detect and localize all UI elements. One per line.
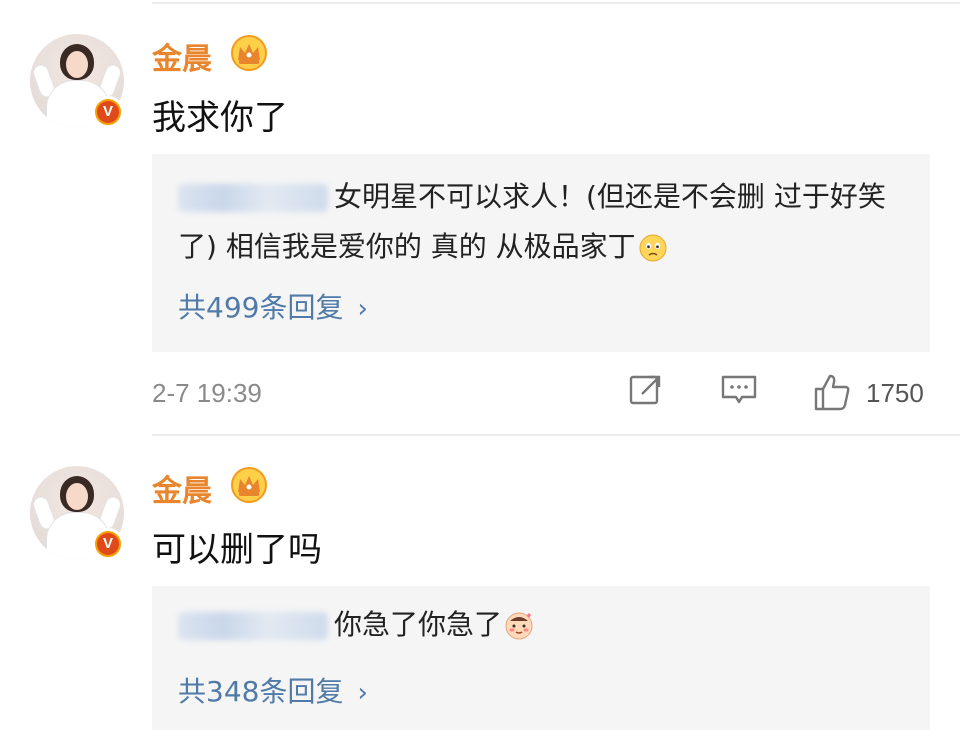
reply-preview: 女明星不可以求人！(但还是不会删 过于好笑了) 相信我是爱你的 真的 从极品家丁 [178, 180, 886, 263]
blushing-emoji-icon [505, 612, 533, 640]
thumbs-up-icon[interactable] [812, 372, 852, 412]
comment-text: 我求你了 [152, 98, 288, 138]
chevron-right-icon: › [357, 294, 368, 324]
comment-item: V 金晨 我求你了 女明星不可以求人！(但还是不会删 过于好笑了) 相信我是爱你… [0, 0, 960, 430]
crown-icon [231, 467, 267, 503]
username[interactable]: 金晨 [152, 466, 212, 510]
like-count: 1750 [866, 378, 924, 408]
view-replies-link[interactable]: 共348条回复 › [178, 670, 368, 710]
reply-preview-box[interactable]: 女明星不可以求人！(但还是不会删 过于好笑了) 相信我是爱你的 真的 从极品家丁… [152, 154, 930, 352]
reply-preview-box[interactable]: 你急了你急了 共348条回复 › [152, 586, 930, 730]
reply-preview: 你急了你急了 [178, 600, 900, 650]
view-replies-link[interactable]: 共499条回复 › [178, 286, 368, 326]
worried-emoji-icon [639, 234, 667, 262]
verified-badge-icon: V [92, 528, 124, 560]
blurred-username [178, 184, 328, 212]
share-icon[interactable] [628, 372, 664, 408]
chevron-right-icon: › [357, 678, 368, 708]
timestamp: 2-7 19:39 [152, 378, 262, 408]
comment-text: 可以删了吗 [152, 530, 322, 570]
comment-icon[interactable] [720, 372, 758, 408]
crown-icon [231, 35, 267, 71]
username[interactable]: 金晨 [152, 34, 212, 78]
blurred-username [178, 612, 328, 640]
comment-item: V 金晨 可以删了吗 你急了你急了 共348条回复 › [0, 436, 960, 730]
verified-badge-icon: V [92, 96, 124, 128]
